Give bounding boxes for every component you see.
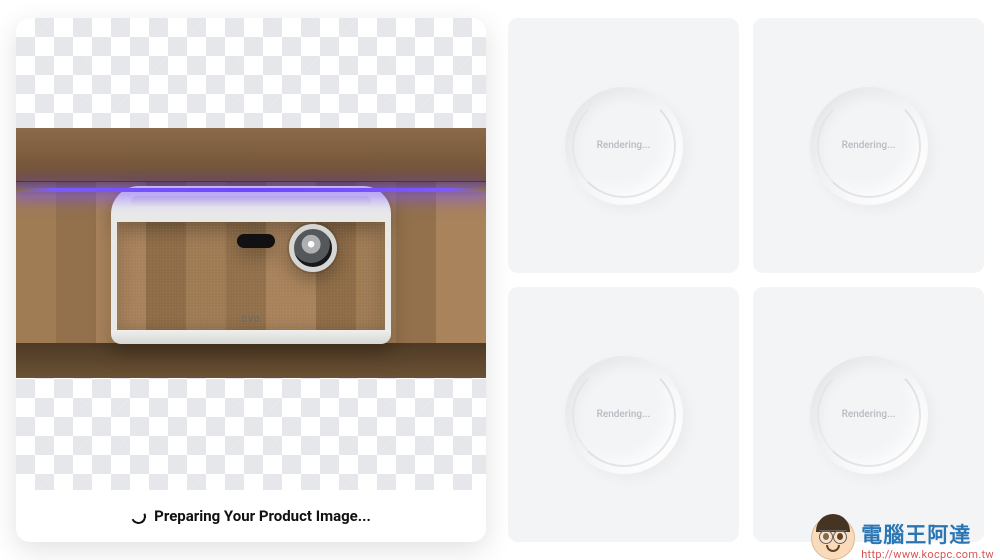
app-root: OVO Preparing Your Product Image... Rend… (0, 0, 1000, 560)
product-photo: OVO (16, 128, 486, 378)
loading-ring: Rendering... (565, 87, 683, 205)
projector-brand-label: OVO (242, 315, 261, 324)
wood-plank-bottom (16, 343, 486, 378)
loading-ring: Rendering... (565, 356, 683, 474)
results-panel: Rendering... Rendering... Rendering... R… (508, 18, 984, 542)
projector-device: OVO (111, 186, 391, 344)
source-image-card: OVO Preparing Your Product Image... (16, 18, 486, 542)
projector-sensor-pill (237, 234, 275, 248)
spinner-icon (129, 506, 148, 525)
rendering-label: Rendering... (842, 409, 896, 420)
projector-lens (289, 224, 337, 272)
result-slot[interactable]: Rendering... (753, 287, 984, 542)
status-bar: Preparing Your Product Image... (16, 490, 486, 542)
status-text: Preparing Your Product Image... (154, 507, 371, 525)
projector-base (111, 330, 391, 344)
result-slot[interactable]: Rendering... (508, 287, 739, 542)
rendering-label: Rendering... (597, 140, 651, 151)
rendering-label: Rendering... (842, 140, 896, 151)
wood-plank-top (16, 128, 486, 182)
preview-checkerboard: OVO (16, 18, 486, 490)
scan-line (16, 188, 486, 192)
loading-ring: Rendering... (810, 356, 928, 474)
results-grid: Rendering... Rendering... Rendering... R… (508, 18, 984, 542)
projector-body: OVO (111, 222, 391, 330)
result-slot[interactable]: Rendering... (753, 18, 984, 273)
result-slot[interactable]: Rendering... (508, 18, 739, 273)
rendering-label: Rendering... (597, 409, 651, 420)
loading-ring: Rendering... (810, 87, 928, 205)
